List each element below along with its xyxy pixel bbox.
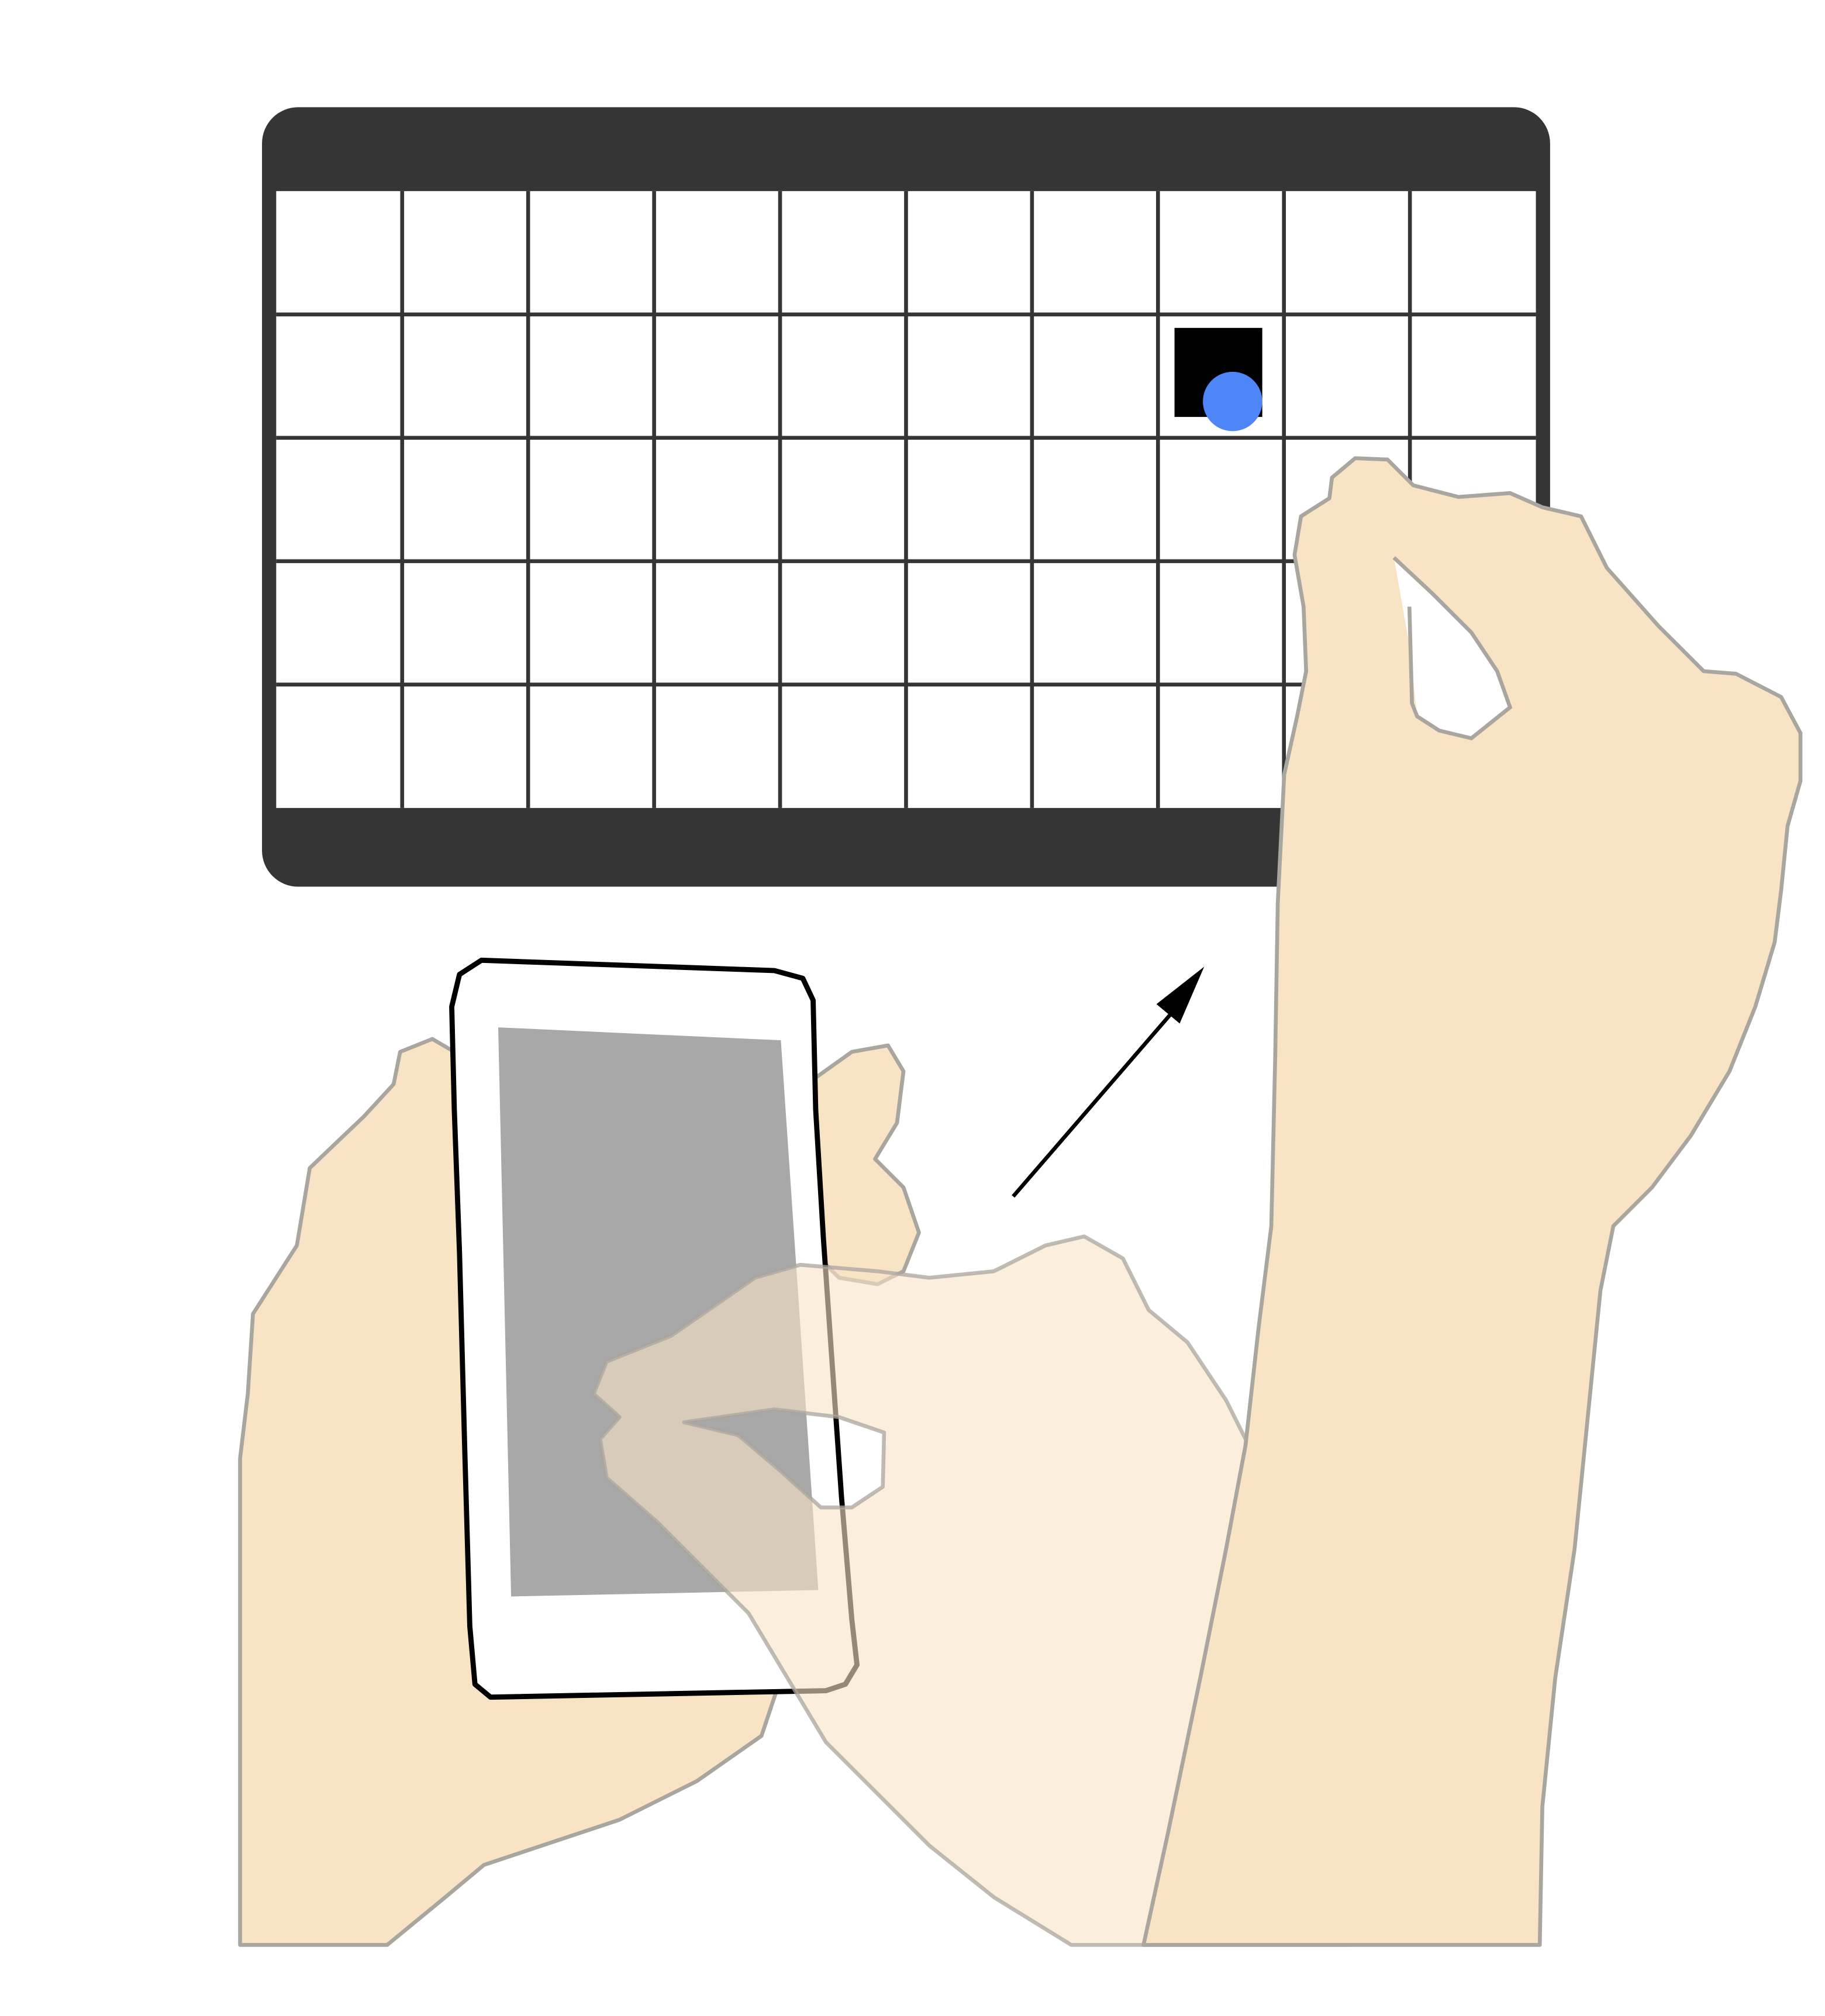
arrow-shaft	[1012, 1005, 1179, 1198]
interaction-diagram	[238, 107, 1803, 1947]
arrow-head	[1156, 966, 1205, 1024]
cursor-dot-icon	[1203, 371, 1262, 431]
arrow-icon	[1012, 966, 1205, 1198]
